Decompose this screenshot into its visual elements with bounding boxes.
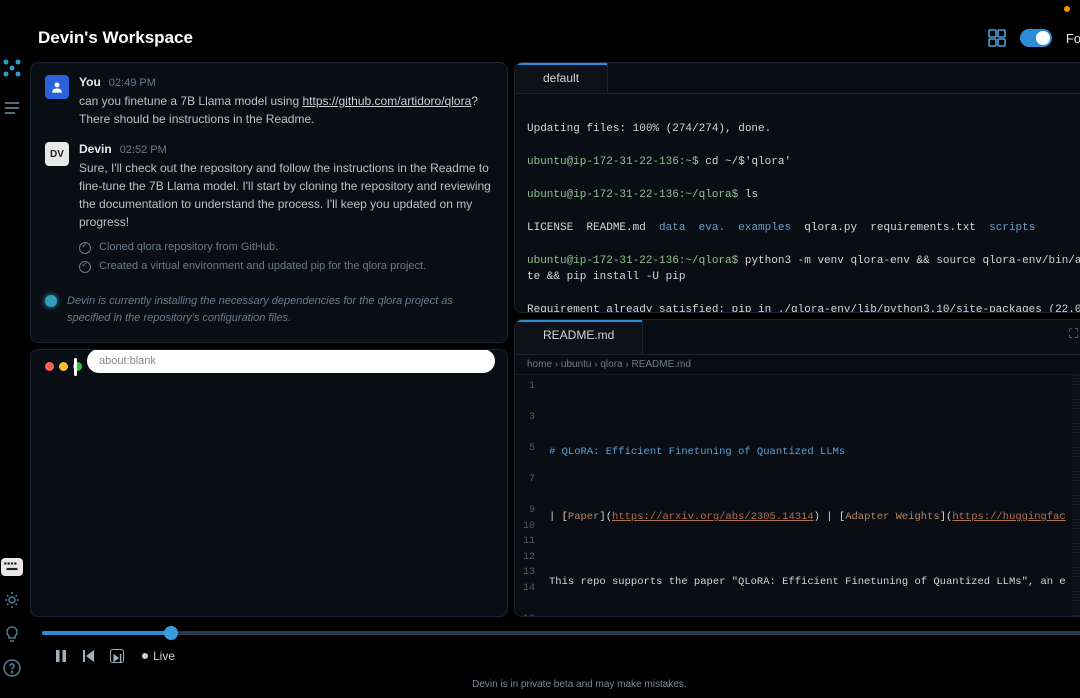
repo-link[interactable]: https://github.com/artidoro/qlora [302, 94, 471, 108]
message-author: Devin [79, 142, 112, 156]
message-time: 02:49 PM [109, 77, 156, 89]
help-icon[interactable] [2, 658, 22, 678]
app-logo-icon[interactable] [0, 56, 24, 80]
pause-icon[interactable] [54, 649, 68, 663]
close-dot-icon[interactable] [45, 362, 54, 371]
chat-panel: You 02:49 PM can you finetune a 7B Llama… [30, 62, 508, 343]
url-text: about:blank [99, 355, 156, 367]
line-gutter: 1 3 5 7 91011121314 16 18 [515, 375, 543, 616]
live-indicator[interactable]: Live [142, 649, 175, 663]
editor-tab[interactable]: README.md [515, 320, 643, 354]
message-text: can you finetune a 7B Llama model using … [79, 92, 493, 128]
following-toggle[interactable] [1020, 29, 1052, 47]
task-item: Created a virtual environment and update… [79, 260, 493, 273]
timeline-track[interactable] [42, 631, 1080, 635]
minimize-dot-icon[interactable] [59, 362, 68, 371]
bulb-icon[interactable] [2, 624, 22, 644]
panel-indicator [74, 358, 77, 376]
url-bar[interactable]: about:blank [87, 349, 495, 373]
expand-icon[interactable]: ⛶ [1069, 326, 1078, 348]
status-text: Devin is currently installing the necess… [67, 293, 493, 326]
header: Devin's Workspace Following [30, 16, 1080, 62]
avatar [45, 75, 69, 99]
skip-forward-icon[interactable] [110, 649, 124, 663]
code-content[interactable]: # QLoRA: Efficient Finetuning of Quantiz… [543, 375, 1072, 616]
activity-indicator-icon [45, 295, 57, 307]
check-circle-icon [79, 242, 91, 254]
terminal-panel: default Updating files: 100% (274/274), … [514, 62, 1080, 313]
footer-disclaimer: Devin is in private beta and may make mi… [30, 669, 1080, 698]
task-item: Cloned qlora repository from GitHub. [79, 241, 493, 254]
terminal-output[interactable]: Updating files: 100% (274/274), done. ub… [515, 94, 1080, 312]
notification-dot [1064, 6, 1070, 12]
chat-message: DV Devin 02:52 PM Sure, I'll check out t… [45, 142, 493, 279]
layout-grid-icon[interactable] [988, 29, 1006, 47]
editor-panel: README.md ⛶ ⇄ ⭳ home › ubuntu › qlora › … [514, 319, 1080, 617]
workspace-title: Devin's Workspace [38, 28, 193, 48]
timeline: Live [30, 617, 1080, 669]
menu-lines-icon[interactable] [2, 98, 22, 118]
timeline-thumb[interactable] [164, 626, 178, 640]
left-rail [0, 16, 24, 698]
message-time: 02:52 PM [120, 144, 167, 156]
check-circle-icon [79, 261, 91, 273]
breadcrumb[interactable]: home › ubuntu › qlora › README.md [515, 355, 1080, 375]
message-author: You [79, 75, 101, 89]
minimap[interactable] [1072, 375, 1080, 616]
gear-icon[interactable] [2, 590, 22, 610]
terminal-tab[interactable]: default [515, 63, 608, 93]
status-row: Devin is currently installing the necess… [45, 293, 493, 326]
live-dot-icon [142, 653, 148, 659]
chat-message: You 02:49 PM can you finetune a 7B Llama… [45, 75, 493, 128]
avatar: DV [45, 142, 69, 166]
message-text: Sure, I'll check out the repository and … [79, 159, 493, 231]
timeline-progress [42, 631, 171, 635]
following-label: Following [1066, 31, 1080, 46]
browser-panel: about:blank [30, 349, 508, 617]
keyboard-icon[interactable] [1, 558, 23, 576]
skip-back-icon[interactable] [82, 649, 96, 663]
